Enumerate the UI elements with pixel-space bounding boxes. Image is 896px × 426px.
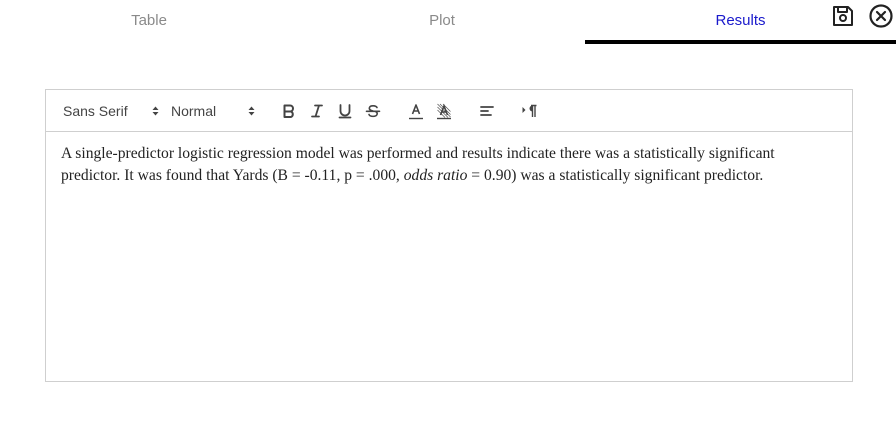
font-size-select[interactable]: Normal <box>171 90 255 131</box>
rich-text-editor: Sans Serif Normal A single-predictor log… <box>45 89 853 382</box>
text-direction-icon[interactable] <box>521 90 539 131</box>
underline-icon[interactable] <box>337 90 353 131</box>
strikethrough-icon[interactable] <box>365 90 381 131</box>
select-arrows-icon <box>248 106 255 116</box>
results-text-end: = 0.90) was a statistically significant … <box>467 167 764 184</box>
tab-plot[interactable]: Plot <box>292 0 592 40</box>
align-icon[interactable] <box>479 90 495 131</box>
results-text-italic: odds ratio <box>403 167 468 184</box>
font-family-select[interactable]: Sans Serif <box>63 90 159 131</box>
save-icon[interactable] <box>831 4 855 28</box>
tab-bar: Table Plot Results <box>0 0 896 44</box>
editor-toolbar: Sans Serif Normal <box>46 90 852 132</box>
tab-table[interactable]: Table <box>0 0 298 40</box>
background-color-icon[interactable] <box>436 90 452 131</box>
results-text[interactable]: A single-predictor logistic regression m… <box>61 143 831 187</box>
italic-icon[interactable] <box>309 90 325 131</box>
select-arrows-icon <box>152 106 159 116</box>
font-family-value: Sans Serif <box>63 102 128 119</box>
font-size-value: Normal <box>171 102 217 119</box>
active-tab-underline <box>585 40 896 44</box>
bold-icon[interactable] <box>281 90 297 131</box>
close-circle-icon[interactable] <box>869 4 893 28</box>
text-color-icon[interactable] <box>408 90 424 131</box>
